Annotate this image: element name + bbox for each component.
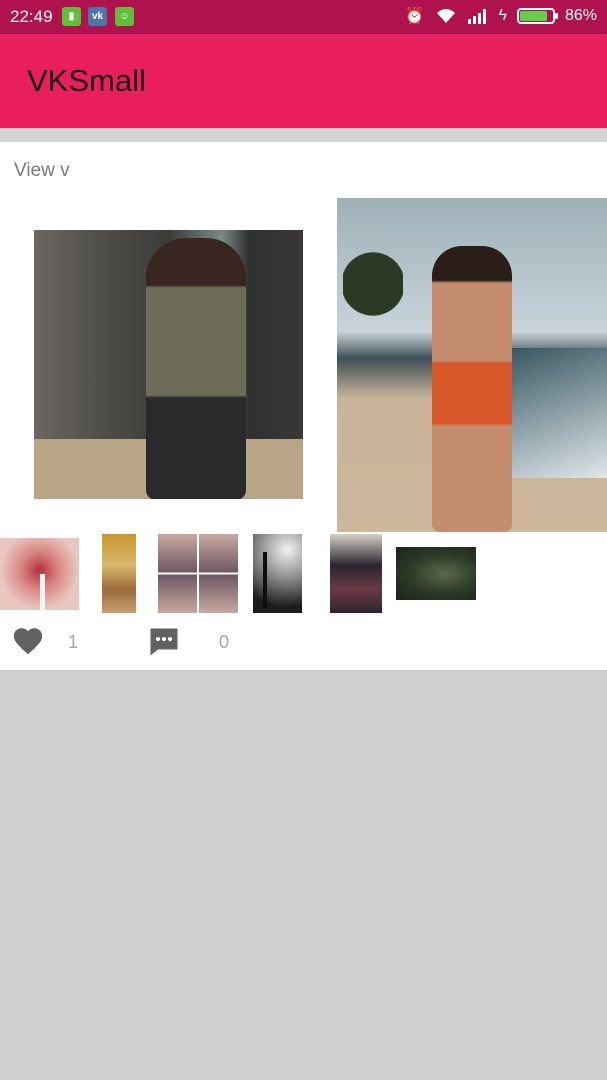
large-photo-1[interactable]	[34, 230, 303, 499]
divider	[0, 128, 607, 142]
app-bar: VKSmall	[0, 34, 607, 128]
view-toggle[interactable]: View v	[14, 160, 70, 182]
alarm-icon: ⏰	[404, 8, 425, 25]
thumbnail-3[interactable]	[158, 534, 238, 613]
signal-icon	[467, 9, 486, 24]
status-bar: 22:49 ▮ vk ☺ ⏰ ϟ 86%	[0, 0, 607, 34]
thumbnail-5[interactable]	[330, 534, 382, 613]
battery-percent: 86%	[564, 7, 597, 24]
comment-count: 0	[219, 632, 230, 652]
thumbnail-6[interactable]	[396, 547, 476, 600]
post-actions: 1 0	[0, 620, 607, 670]
status-time: 22:49	[10, 7, 53, 26]
comment-icon[interactable]	[146, 624, 182, 660]
heart-icon[interactable]	[10, 624, 46, 658]
thumbnail-1[interactable]	[0, 538, 79, 610]
like-count: 1	[68, 632, 79, 652]
thumbnail-4[interactable]	[253, 534, 302, 613]
thumbnail-2[interactable]	[102, 534, 136, 613]
app-title: VKSmall	[27, 63, 146, 98]
post-card: View v 1 0	[0, 142, 607, 670]
vk-icon: vk	[88, 7, 107, 26]
android-icon: ☺	[115, 7, 134, 26]
wifi-icon	[436, 9, 455, 23]
charging-icon: ϟ	[498, 7, 507, 24]
battery-icon	[516, 8, 558, 24]
sim-icon: ▮	[62, 7, 81, 26]
status-icons: ⏰ ϟ 86%	[405, 6, 597, 26]
large-photo-2[interactable]	[337, 198, 607, 532]
battery-level	[519, 11, 548, 21]
